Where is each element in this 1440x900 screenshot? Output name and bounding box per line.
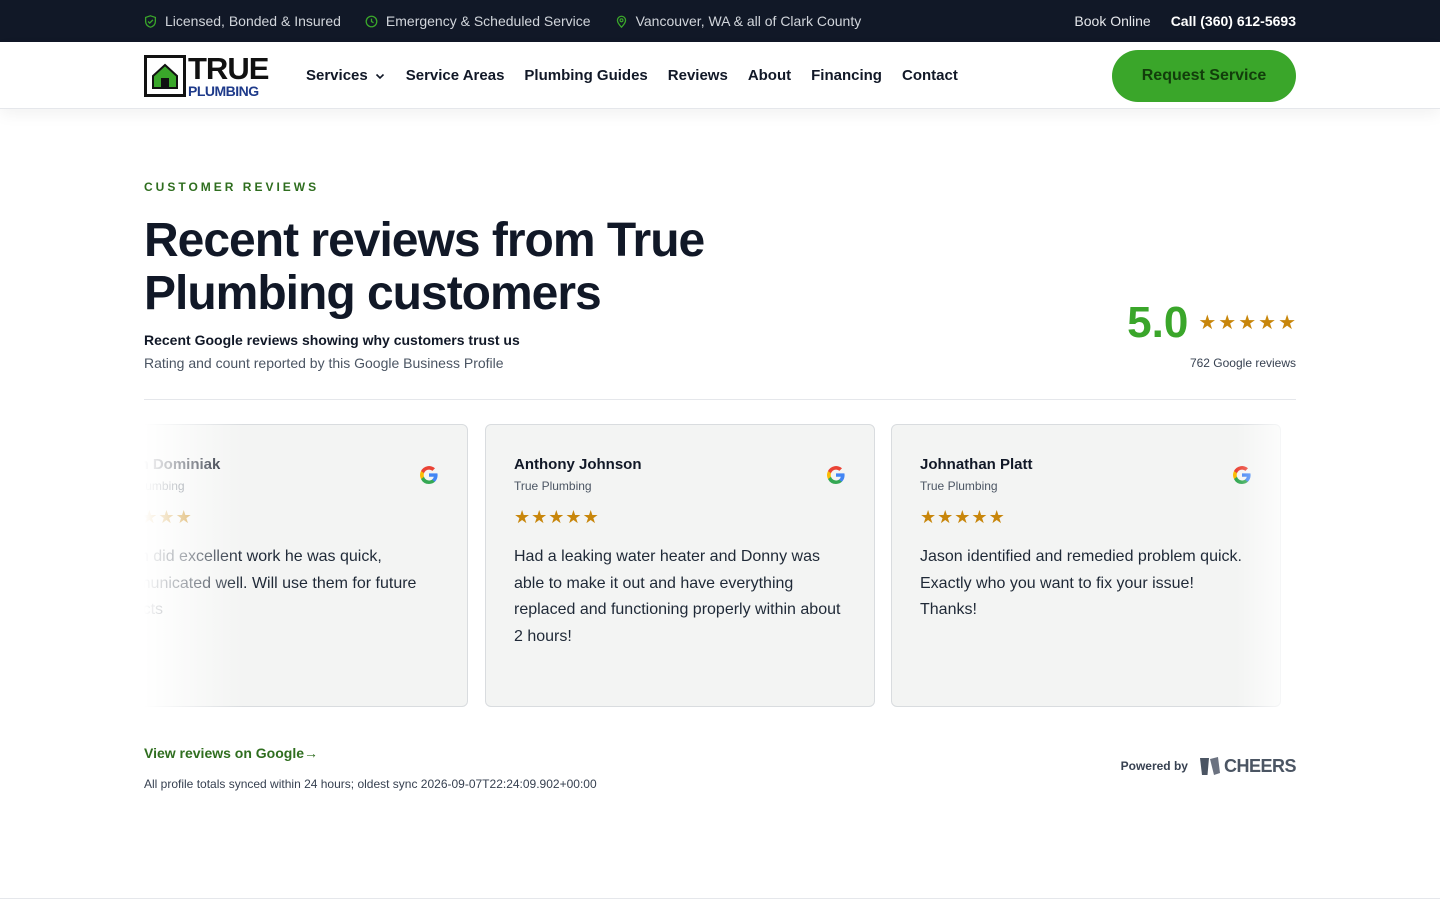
review-card: Johnathan Platt True Plumbing ★ ★ ★ ★ ★ … bbox=[891, 424, 1281, 707]
star-icon: ★ bbox=[548, 507, 565, 527]
chevron-down-icon bbox=[375, 73, 384, 79]
nav-item-services[interactable]: Services bbox=[306, 67, 386, 84]
review-stars: ★ ★ ★ ★ ★ bbox=[514, 508, 599, 526]
review-card: Adam Dominiak True Plumbing ★ ★ ★ ★ ★ Ad… bbox=[144, 424, 468, 707]
book-online-link[interactable]: Book Online bbox=[1074, 13, 1150, 29]
nav-item-financing[interactable]: Financing bbox=[811, 67, 882, 84]
star-icon: ★ bbox=[1278, 312, 1296, 334]
star-icon: ★ bbox=[971, 507, 988, 527]
licensed-text: Licensed, Bonded & Insured bbox=[165, 13, 341, 29]
call-phone-link[interactable]: Call (360) 612-5693 bbox=[1171, 13, 1296, 29]
review-business: True Plumbing bbox=[514, 479, 592, 493]
reviewer-name: Adam Dominiak bbox=[144, 456, 221, 473]
location-text: Vancouver, WA & all of Clark County bbox=[635, 13, 862, 29]
google-icon bbox=[1233, 466, 1251, 484]
nav-item-reviews[interactable]: Reviews bbox=[668, 67, 728, 84]
main-nav: TRUE PLUMBING Services Service Areas Plu… bbox=[0, 42, 1440, 109]
review-card: Anthony Johnson True Plumbing ★ ★ ★ ★ ★ … bbox=[485, 424, 875, 707]
rating-count: 762 Google reviews bbox=[1189, 356, 1296, 370]
logo-word-true: TRUE bbox=[188, 51, 269, 86]
star-icon: ★ bbox=[1238, 312, 1257, 334]
request-service-button[interactable]: Request Service bbox=[1112, 49, 1296, 102]
licensed-info: Licensed, Bonded & Insured bbox=[144, 13, 341, 29]
review-stars: ★ ★ ★ ★ ★ bbox=[144, 508, 192, 526]
location-info: Vancouver, WA & all of Clark County bbox=[615, 13, 862, 29]
cheers-glass-icon bbox=[1199, 757, 1220, 775]
map-pin-icon bbox=[616, 15, 626, 28]
section-eyebrow: CUSTOMER REVIEWS bbox=[144, 180, 320, 194]
star-icon: ★ bbox=[158, 507, 175, 527]
review-text: Adam did excellent work he was quick, co… bbox=[144, 548, 417, 618]
star-icon: ★ bbox=[175, 507, 192, 527]
cheers-wordmark: CHEERS bbox=[1223, 755, 1297, 776]
powered-by-cheers[interactable]: Powered by CHEERS bbox=[1120, 755, 1297, 777]
star-icon: ★ bbox=[582, 507, 599, 527]
reviewer-name: Anthony Johnson bbox=[514, 456, 642, 473]
logo-word-plumbing: PLUMBING bbox=[188, 83, 259, 99]
star-icon: ★ bbox=[1198, 312, 1217, 334]
section-subnote: Rating and count reported by this Google… bbox=[144, 355, 504, 371]
overall-rating: 5.0 ★ ★ ★ ★ ★ bbox=[1127, 298, 1296, 348]
reviewer-name: Johnathan Platt bbox=[920, 456, 1033, 473]
clock-icon bbox=[365, 15, 378, 27]
nav-item-plumbing-guides[interactable]: Plumbing Guides bbox=[524, 67, 647, 84]
top-bar: Licensed, Bonded & Insured Emergency & S… bbox=[0, 0, 1440, 42]
nav-item-label: Services bbox=[306, 67, 368, 84]
rating-score: 5.0 bbox=[1127, 298, 1189, 347]
star-icon: ★ bbox=[988, 507, 1005, 527]
star-icon: ★ bbox=[144, 507, 158, 527]
star-icon: ★ bbox=[954, 507, 971, 527]
powered-by-label: Powered by bbox=[1120, 759, 1188, 773]
star-icon: ★ bbox=[531, 507, 548, 527]
nav-item-contact[interactable]: Contact bbox=[902, 67, 958, 84]
section-headline: Recent reviews from True Plumbing custom… bbox=[144, 214, 705, 320]
nav-item-service-areas[interactable]: Service Areas bbox=[406, 67, 505, 84]
page-bottom-divider bbox=[0, 898, 1440, 899]
star-icon: ★ bbox=[937, 507, 954, 527]
emergency-text: Emergency & Scheduled Service bbox=[385, 13, 591, 29]
star-icon: ★ bbox=[1218, 312, 1237, 334]
true-plumbing-logo[interactable]: TRUE PLUMBING bbox=[144, 53, 274, 99]
rating-stars: ★ ★ ★ ★ ★ bbox=[1198, 313, 1296, 333]
section-divider bbox=[144, 399, 1296, 400]
shield-check-icon bbox=[144, 14, 157, 28]
house-icon bbox=[144, 54, 186, 97]
review-business: True Plumbing bbox=[144, 479, 185, 493]
review-text: Jason identified and remedied problem qu… bbox=[920, 548, 1242, 618]
google-icon bbox=[827, 466, 845, 484]
section-subhead: Recent Google reviews showing why custom… bbox=[144, 332, 520, 348]
sync-note: All profile totals synced within 24 hour… bbox=[144, 777, 597, 791]
google-icon bbox=[420, 466, 438, 484]
reviews-carousel[interactable]: Adam Dominiak True Plumbing ★ ★ ★ ★ ★ Ad… bbox=[144, 424, 1296, 707]
review-text: Had a leaking water heater and Donny was… bbox=[514, 548, 841, 645]
review-stars: ★ ★ ★ ★ ★ bbox=[920, 508, 1005, 526]
emergency-info: Emergency & Scheduled Service bbox=[365, 13, 591, 29]
star-icon: ★ bbox=[514, 507, 531, 527]
view-reviews-on-google-link[interactable]: View reviews on Google→ bbox=[144, 745, 318, 761]
review-business: True Plumbing bbox=[920, 479, 998, 493]
nav-item-about[interactable]: About bbox=[748, 67, 791, 84]
cheers-logo: CHEERS bbox=[1198, 755, 1297, 777]
star-icon: ★ bbox=[1258, 312, 1277, 334]
nav-menu: Services Service Areas Plumbing Guides R… bbox=[306, 67, 958, 84]
star-icon: ★ bbox=[565, 507, 582, 527]
star-icon: ★ bbox=[920, 507, 937, 527]
